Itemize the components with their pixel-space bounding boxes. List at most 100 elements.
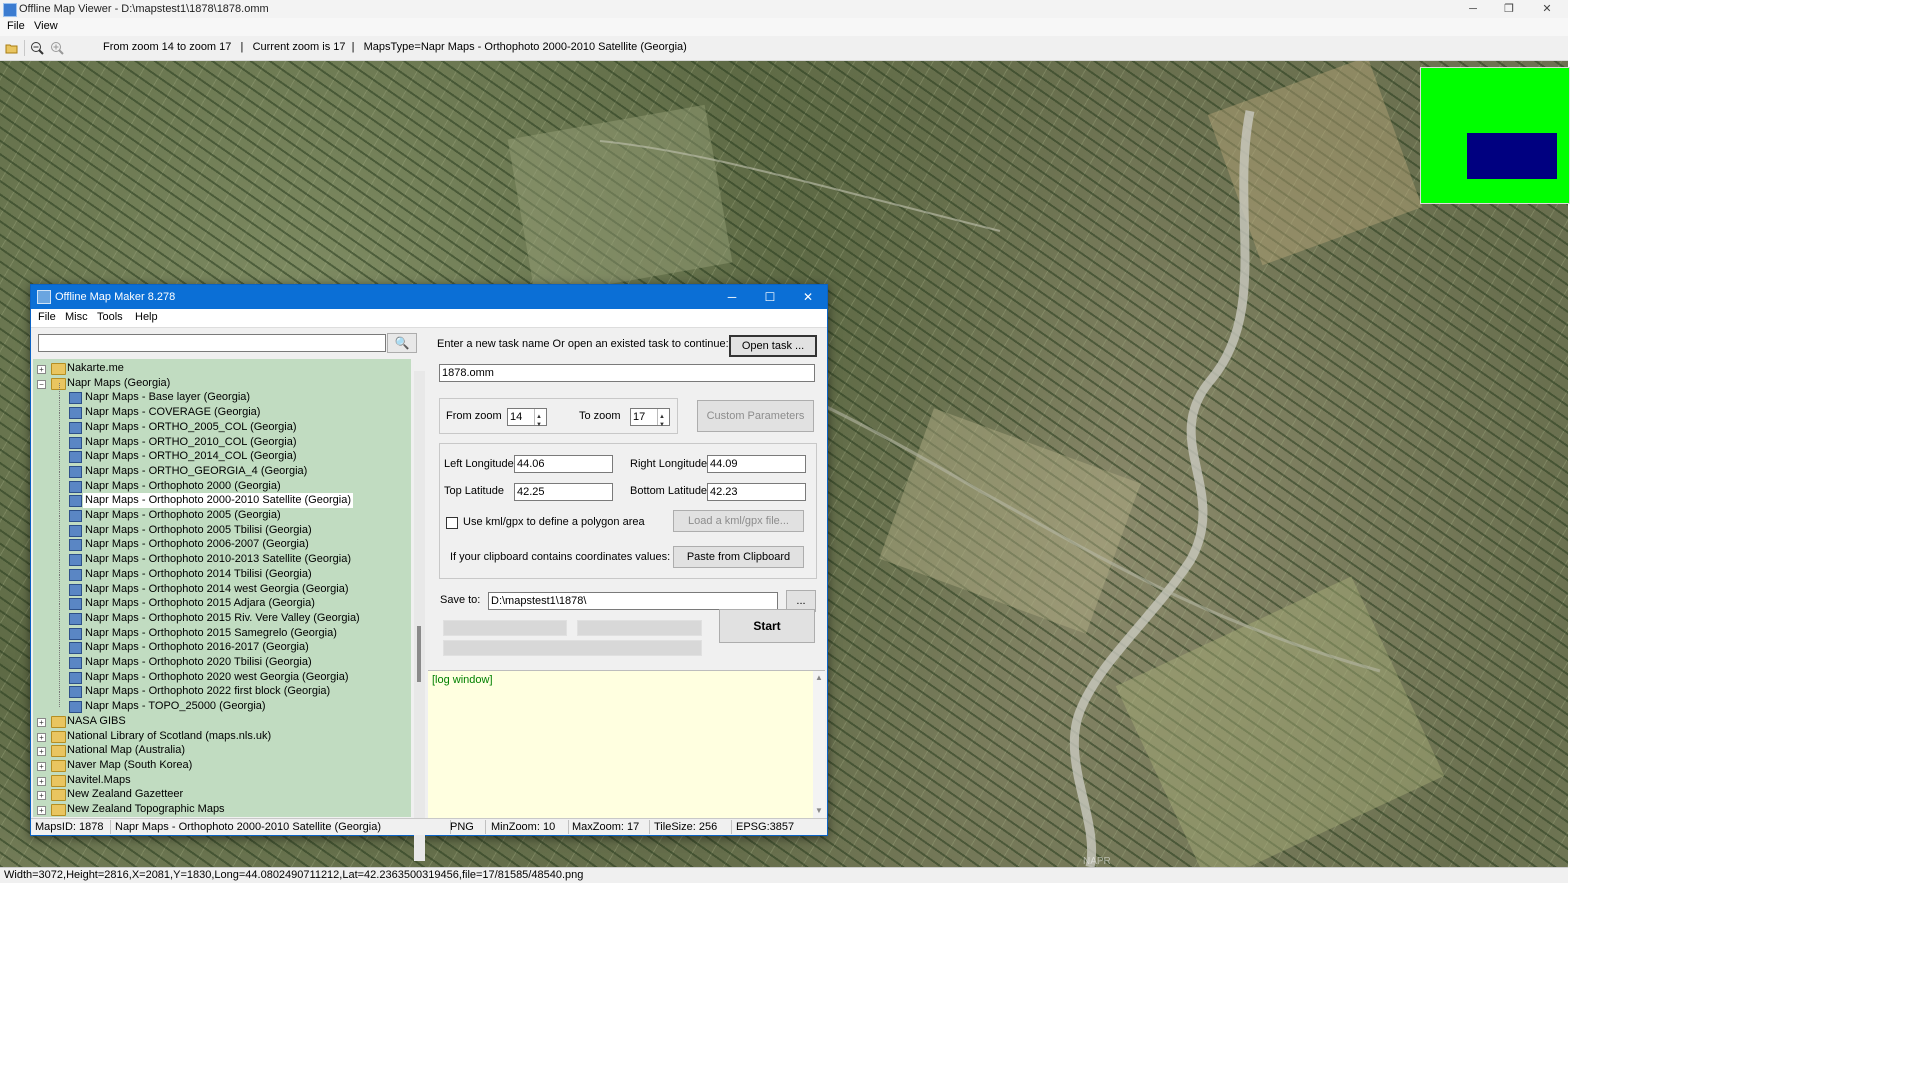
map-layer-icon bbox=[69, 686, 82, 699]
tree-map-item[interactable]: Napr Maps - Orthophoto 2020 west Georgia… bbox=[33, 662, 409, 685]
task-name-field[interactable]: 1878.omm bbox=[439, 364, 815, 382]
to-zoom-spinner[interactable]: ▲ ▼ bbox=[657, 409, 668, 428]
expand-icon[interactable]: + bbox=[37, 791, 46, 801]
tree-map-item[interactable]: Napr Maps - Orthophoto 2006-2007 (Georgi… bbox=[33, 530, 409, 552]
map-layer-icon bbox=[69, 421, 82, 434]
collapse-icon[interactable]: − bbox=[37, 379, 46, 389]
tree-map-item[interactable]: Napr Maps - Orthophoto 2005 Tbilisi (Geo… bbox=[33, 515, 409, 538]
dialog-minimize-button[interactable]: ─ bbox=[717, 289, 747, 305]
open-folder-icon[interactable] bbox=[5, 41, 19, 55]
tree-map-item[interactable]: Napr Maps - Orthophoto 2000-2010 Satelli… bbox=[33, 486, 409, 509]
start-button[interactable]: Start bbox=[719, 609, 815, 643]
scroll-up-icon[interactable]: ▲ bbox=[815, 673, 823, 682]
tree-map-item[interactable]: Napr Maps - Orthophoto 2015 Adjara (Geor… bbox=[33, 589, 409, 611]
restore-button[interactable]: ❐ bbox=[1492, 2, 1526, 16]
tree-folder-item[interactable]: − Napr Maps (Georgia) bbox=[33, 376, 409, 391]
tree-folder-item[interactable]: + New Zealand Gazetteer bbox=[33, 787, 409, 802]
zoom-out-icon[interactable] bbox=[30, 41, 44, 55]
tree-map-item[interactable]: Napr Maps - TOPO_25000 (Georgia) bbox=[33, 692, 409, 714]
menu-file[interactable]: File bbox=[35, 311, 59, 323]
tree-folder-item[interactable]: + National Library of Scotland (maps.nls.… bbox=[33, 729, 409, 744]
tree-connector bbox=[59, 574, 60, 590]
tree-map-item[interactable]: Napr Maps - Orthophoto 2016-2017 (Georgi… bbox=[33, 633, 409, 655]
tree-map-item[interactable]: Napr Maps - ORTHO_GEORGIA_4 (Georgia) bbox=[33, 456, 409, 479]
dialog-close-button[interactable]: ✕ bbox=[793, 289, 823, 305]
tree-map-item[interactable]: Napr Maps - COVERAGE (Georgia) bbox=[33, 398, 409, 420]
paste-clipboard-button[interactable]: Paste from Clipboard bbox=[673, 546, 804, 568]
tree-map-item[interactable]: Napr Maps - ORTHO_2014_COL (Georgia) bbox=[33, 442, 409, 464]
expand-icon[interactable]: + bbox=[37, 717, 46, 727]
tree-map-item[interactable]: Napr Maps - Orthophoto 2014 west Georgia… bbox=[33, 574, 409, 597]
tree-map-item[interactable]: Napr Maps - Orthophoto 2015 Samegrelo (G… bbox=[33, 618, 409, 641]
expand-icon[interactable]: + bbox=[37, 365, 46, 374]
right-longitude-field[interactable]: 44.09 bbox=[707, 455, 806, 473]
tree-scrollbar[interactable] bbox=[414, 371, 425, 861]
tree-connector bbox=[59, 530, 60, 546]
progress-bar-1 bbox=[443, 620, 567, 636]
viewer-toolbar: From zoom 14 to zoom 17 | Current zoom i… bbox=[0, 36, 1568, 61]
search-button[interactable]: 🔍 bbox=[387, 333, 417, 353]
close-button[interactable]: ✕ bbox=[1530, 2, 1564, 16]
menu-misc[interactable]: Misc bbox=[62, 311, 91, 323]
kml-polygon-checkbox[interactable] bbox=[446, 517, 458, 529]
tree-map-item[interactable]: Napr Maps - Orthophoto 2014 Tbilisi (Geo… bbox=[33, 559, 409, 582]
search-icon: 🔍 bbox=[394, 336, 410, 350]
minimap[interactable] bbox=[1420, 67, 1570, 204]
expand-icon[interactable]: + bbox=[37, 732, 46, 742]
tree-map-item[interactable]: Napr Maps - Orthophoto 2005 (Georgia) bbox=[33, 501, 409, 523]
tree-folder-item[interactable]: + Nakarte.me bbox=[33, 361, 409, 376]
expand-icon[interactable]: + bbox=[37, 776, 46, 786]
from-zoom-spinner[interactable]: ▲ ▼ bbox=[534, 409, 545, 428]
dialog-title-bar[interactable]: Offline Map Maker 8.278 ─ ☐ ✕ bbox=[31, 285, 827, 309]
from-zoom-field[interactable]: 14 ▲ ▼ bbox=[507, 408, 547, 428]
map-layer-icon bbox=[69, 568, 82, 581]
expand-icon[interactable]: + bbox=[37, 806, 46, 815]
dialog-title: Offline Map Maker 8.278 bbox=[55, 291, 176, 303]
save-path-field[interactable]: D:\mapstest1\1878\ bbox=[488, 592, 778, 610]
minimap-viewport[interactable] bbox=[1467, 133, 1557, 179]
dialog-maximize-button[interactable]: ☐ bbox=[755, 289, 785, 305]
expand-icon[interactable]: + bbox=[37, 761, 46, 771]
tree-folder-item[interactable]: + New Zealand Topographic Maps bbox=[33, 802, 409, 817]
scroll-down-icon[interactable]: ▼ bbox=[815, 806, 823, 815]
tree-connector bbox=[59, 412, 60, 428]
open-task-button[interactable]: Open task ... bbox=[729, 335, 817, 357]
menu-view[interactable]: View bbox=[31, 20, 61, 32]
tree-map-item[interactable]: Napr Maps - Orthophoto 2015 Riv. Vere Va… bbox=[33, 603, 409, 626]
search-input[interactable] bbox=[38, 334, 386, 352]
tree-map-item[interactable]: Napr Maps - Base layer (Georgia) bbox=[33, 383, 409, 405]
tree-folder-item[interactable]: + National Map (Australia) bbox=[33, 743, 409, 758]
tree-map-item[interactable]: Napr Maps - Orthophoto 2010-2013 Satelli… bbox=[33, 545, 409, 567]
tree-folder-item[interactable]: + Naver Map (South Korea) bbox=[33, 758, 409, 773]
tree-connector bbox=[59, 662, 60, 678]
menu-help[interactable]: Help bbox=[132, 311, 161, 323]
task-prompt-label: Enter a new task name Or open an existed… bbox=[437, 338, 729, 350]
to-zoom-field[interactable]: 17 ▲ ▼ bbox=[630, 408, 670, 428]
expand-icon[interactable]: + bbox=[37, 747, 46, 757]
top-latitude-field[interactable]: 42.25 bbox=[514, 483, 613, 501]
minimize-button[interactable]: ─ bbox=[1456, 2, 1490, 16]
left-longitude-field[interactable]: 44.06 bbox=[514, 455, 613, 473]
bottom-latitude-field[interactable]: 42.23 bbox=[707, 483, 806, 501]
menu-tools[interactable]: Tools bbox=[94, 311, 126, 323]
tree-folder-item[interactable]: + Navitel.Maps bbox=[33, 773, 409, 788]
map-layer-icon bbox=[69, 671, 82, 684]
tree-map-item[interactable]: Napr Maps - ORTHO_2005_COL (Georgia) bbox=[33, 412, 409, 435]
menu-file[interactable]: File bbox=[4, 20, 28, 32]
tree-map-item[interactable]: Napr Maps - Orthophoto 2022 first block … bbox=[33, 677, 409, 699]
tree-connector bbox=[59, 471, 60, 487]
log-scrollbar[interactable]: ▲ ▼ bbox=[813, 671, 825, 819]
tree-map-item[interactable]: Napr Maps - Orthophoto 2000 (Georgia) bbox=[33, 471, 409, 494]
zoom-in-icon[interactable] bbox=[50, 41, 64, 55]
custom-parameters-button[interactable]: Custom Parameters bbox=[697, 400, 814, 432]
tree-folder-item[interactable]: + NASA GIBS bbox=[33, 714, 409, 729]
folder-icon bbox=[51, 745, 66, 758]
folder-icon bbox=[51, 774, 66, 787]
load-kml-button[interactable]: Load a kml/gpx file... bbox=[673, 510, 804, 532]
tree-map-item[interactable]: Napr Maps - Orthophoto 2020 Tbilisi (Geo… bbox=[33, 648, 409, 670]
tree-map-item[interactable]: Napr Maps - ORTHO_2010_COL (Georgia) bbox=[33, 427, 409, 450]
tree-item-label: Napr Maps - Orthophoto 2014 Tbilisi (Geo… bbox=[85, 567, 312, 580]
tree-scroll-thumb[interactable] bbox=[417, 626, 421, 682]
tree-connector bbox=[59, 545, 60, 561]
log-window[interactable]: [log window] ▲ ▼ bbox=[428, 670, 825, 819]
